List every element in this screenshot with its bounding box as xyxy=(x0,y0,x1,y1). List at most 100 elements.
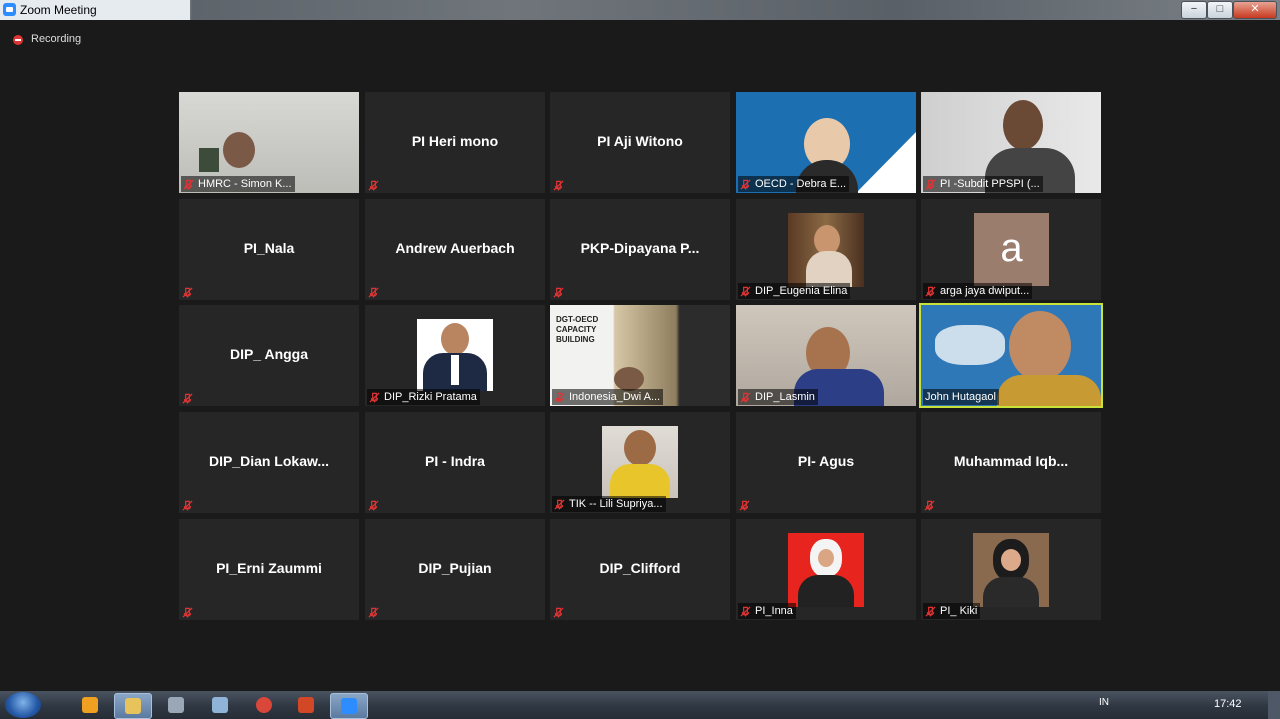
participant-tile[interactable]: TIK -- Lili Supriya... xyxy=(550,412,730,513)
participant-tile[interactable]: DIP_Rizki Pratama xyxy=(365,305,545,406)
muted-mic-icon xyxy=(369,392,380,403)
participant-name: John Hutagaol xyxy=(923,389,999,405)
participant-name: Andrew Auerbach xyxy=(395,240,515,256)
participant-tile[interactable]: a arga jaya dwiput... xyxy=(921,199,1101,300)
title-area: Zoom Meeting xyxy=(0,0,190,20)
muted-mic-icon xyxy=(182,605,194,618)
participant-name: HMRC - Simon K... xyxy=(181,176,295,192)
window-title: Zoom Meeting xyxy=(20,3,97,17)
muted-mic-icon xyxy=(182,391,194,404)
participant-tile[interactable]: PKP-Dipayana P... xyxy=(550,199,730,300)
clock[interactable]: 17:42 xyxy=(1214,698,1242,710)
zoom-icon xyxy=(341,698,357,714)
participant-tile[interactable]: DIP_Pujian xyxy=(365,519,545,620)
participant-tile[interactable]: PI Heri mono xyxy=(365,92,545,193)
muted-mic-icon xyxy=(925,286,936,297)
powerpoint-icon xyxy=(298,697,314,713)
muted-mic-icon xyxy=(368,498,380,511)
participant-name: DIP_Clifford xyxy=(599,560,681,576)
participant-tile[interactable]: PI_Inna xyxy=(736,519,916,620)
tools-icon xyxy=(168,697,184,713)
participant-tile[interactable]: Andrew Auerbach xyxy=(365,199,545,300)
participant-tile[interactable]: DIP_ Angga xyxy=(179,305,359,406)
participant-tile[interactable]: Muhammad Iqb... xyxy=(921,412,1101,513)
participant-name: PI_Erni Zaummi xyxy=(216,560,322,576)
participant-name: Muhammad Iqb... xyxy=(953,453,1069,469)
media-player-taskbar-button[interactable] xyxy=(72,693,108,717)
muted-mic-icon xyxy=(740,392,751,403)
muted-mic-icon xyxy=(554,499,565,510)
muted-mic-icon xyxy=(553,178,565,191)
muted-mic-icon xyxy=(924,498,936,511)
muted-mic-icon xyxy=(368,605,380,618)
participant-tile[interactable]: DIP_Clifford xyxy=(550,519,730,620)
participant-name: PI_Inna xyxy=(738,603,796,619)
muted-mic-icon xyxy=(368,285,380,298)
participant-name: PI - Indra xyxy=(425,453,485,469)
muted-mic-icon xyxy=(925,179,936,190)
participant-name: DIP_Dian Lokaw... xyxy=(208,453,330,469)
participant-name: DIP_ Angga xyxy=(229,346,309,362)
media-player-icon xyxy=(82,697,98,713)
participant-tile[interactable]: PI_Nala xyxy=(179,199,359,300)
participant-name: OECD - Debra E... xyxy=(738,176,850,192)
participant-tile[interactable]: PI- Agus xyxy=(736,412,916,513)
muted-mic-icon xyxy=(925,606,936,617)
muted-mic-icon xyxy=(368,178,380,191)
participant-tile[interactable]: PI_ Kiki xyxy=(921,519,1101,620)
chrome-taskbar-button[interactable] xyxy=(246,693,282,717)
muted-mic-icon xyxy=(182,498,194,511)
tools-taskbar-button[interactable] xyxy=(158,693,194,717)
participant-name: PI -Subdit PPSPI (... xyxy=(923,176,1043,192)
muted-mic-icon xyxy=(183,179,194,190)
slide-text: DGT-OECD CAPACITY BUILDING xyxy=(556,315,599,344)
notes-taskbar-button[interactable] xyxy=(202,693,238,717)
participant-tile[interactable]: DGT-OECD CAPACITY BUILDING Indonesia_Dwi … xyxy=(550,305,730,406)
participant-name: Indonesia_Dwi A... xyxy=(552,389,664,405)
muted-mic-icon xyxy=(740,179,751,190)
participant-name: DIP_Rizki Pratama xyxy=(367,389,480,405)
file-explorer-taskbar-button[interactable] xyxy=(114,693,152,719)
participant-name: DIP_Lasmin xyxy=(738,389,818,405)
record-icon xyxy=(13,35,23,45)
file-explorer-icon xyxy=(125,698,141,714)
window-title-bar[interactable]: Zoom Meeting − □ ✕ xyxy=(0,0,1280,20)
chrome-icon xyxy=(256,697,272,713)
participant-name: arga jaya dwiput... xyxy=(923,283,1033,299)
participant-name: TIK -- Lili Supriya... xyxy=(552,496,666,512)
muted-mic-icon xyxy=(740,286,751,297)
muted-mic-icon xyxy=(553,605,565,618)
participant-tile[interactable]: PI -Subdit PPSPI (... xyxy=(921,92,1101,193)
participant-tile[interactable]: PI - Indra xyxy=(365,412,545,513)
close-button[interactable]: ✕ xyxy=(1233,1,1277,19)
participant-tile[interactable]: DIP_Lasmin xyxy=(736,305,916,406)
participant-tile[interactable]: PI_Erni Zaummi xyxy=(179,519,359,620)
show-desktop-button[interactable] xyxy=(1268,691,1280,719)
zoom-app-icon xyxy=(3,3,16,16)
participant-tile[interactable]: HMRC - Simon K... xyxy=(179,92,359,193)
participant-name: DIP_Pujian xyxy=(418,560,492,576)
participant-name: PI_Nala xyxy=(243,240,295,256)
muted-mic-icon xyxy=(739,498,751,511)
powerpoint-taskbar-button[interactable] xyxy=(288,693,324,717)
zoom-taskbar-button[interactable] xyxy=(330,693,368,719)
maximize-button[interactable]: □ xyxy=(1207,1,1233,19)
participant-tile[interactable]: John Hutagaol xyxy=(919,303,1103,408)
minimize-button[interactable]: − xyxy=(1181,1,1207,19)
start-button[interactable] xyxy=(5,692,41,718)
taskbar: IN 17:42 xyxy=(0,691,1280,719)
muted-mic-icon xyxy=(740,606,751,617)
participant-tile[interactable]: DIP_Eugenia Elina xyxy=(736,199,916,300)
participant-tile[interactable]: PI Aji Witono xyxy=(550,92,730,193)
notes-icon xyxy=(212,697,228,713)
participant-tile[interactable]: DIP_Dian Lokaw... xyxy=(179,412,359,513)
participant-name: PI- Agus xyxy=(797,453,855,469)
participant-tile[interactable]: OECD - Debra E... xyxy=(736,92,916,193)
participant-name: PI Heri mono xyxy=(411,133,499,149)
participant-name: PI Aji Witono xyxy=(597,133,683,149)
avatar: a xyxy=(974,213,1049,286)
muted-mic-icon xyxy=(554,392,565,403)
participant-name: DIP_Eugenia Elina xyxy=(738,283,851,299)
recording-label: Recording xyxy=(31,33,82,45)
language-indicator[interactable]: IN xyxy=(1099,697,1109,708)
